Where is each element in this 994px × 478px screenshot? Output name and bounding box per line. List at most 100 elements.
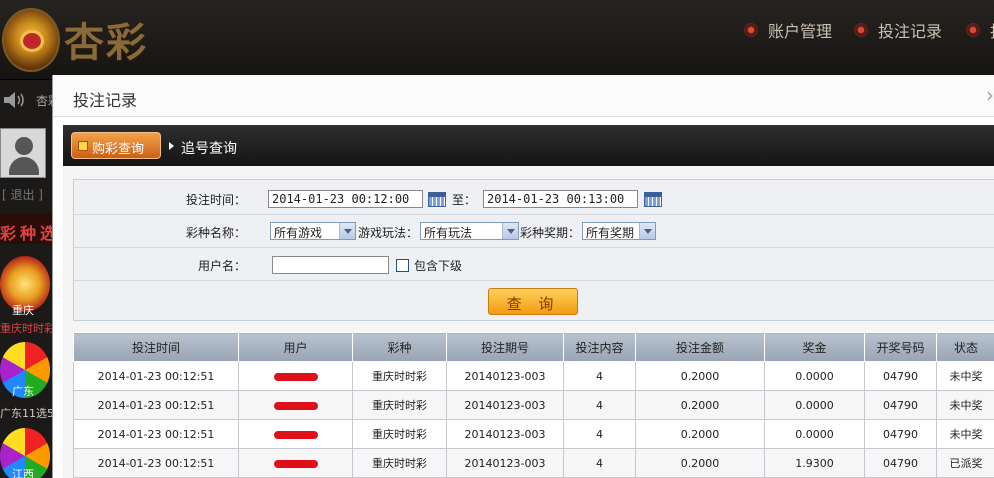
redaction-mark bbox=[273, 430, 318, 439]
cell-lottery: 重庆时时彩 bbox=[352, 390, 447, 420]
cell-draw-number: 04790 bbox=[864, 419, 937, 449]
triangle-right-icon bbox=[169, 142, 174, 150]
nav-label: 账户管理 bbox=[768, 22, 833, 41]
close-icon[interactable]: › bbox=[986, 83, 994, 107]
cell-amount: 0.2000 bbox=[635, 361, 765, 391]
include-sub-label: 包含下级 bbox=[414, 259, 463, 273]
logo-icon[interactable] bbox=[2, 8, 60, 72]
bet-time-label: 投注时间： bbox=[186, 193, 247, 207]
play-select[interactable]: 所有玩法 bbox=[420, 222, 519, 240]
app-header: 杏彩 账户管理 投注记录 投 bbox=[0, 0, 994, 80]
cell-prize: 1.9300 bbox=[764, 448, 865, 478]
table-row[interactable]: 2014-01-23 00:12:51 重庆时时彩 20140123-003 4… bbox=[73, 390, 994, 420]
user-label: 用户名： bbox=[198, 259, 247, 273]
cell-content[interactable]: 4 bbox=[563, 419, 636, 449]
col-draw-number[interactable]: 开奖号码 bbox=[864, 332, 937, 362]
table-row[interactable]: 2014-01-23 00:12:51 重庆时时彩 20140123-003 4… bbox=[73, 448, 994, 478]
modal-title: 投注记录 bbox=[73, 91, 138, 110]
cell-draw-number: 04790 bbox=[864, 448, 937, 478]
col-user[interactable]: 用户 bbox=[238, 332, 353, 362]
bullet-icon bbox=[854, 23, 868, 37]
cell-issue: 20140123-003 bbox=[446, 361, 564, 391]
include-sub-checkbox[interactable] bbox=[396, 259, 409, 272]
chevron-down-icon bbox=[639, 223, 655, 239]
tab-purchase-query[interactable]: 购彩查询 bbox=[71, 132, 161, 159]
username-input[interactable] bbox=[272, 256, 389, 274]
bullet-icon bbox=[966, 23, 980, 37]
lottery-caption[interactable]: 重庆时时彩 bbox=[0, 320, 55, 336]
tab-bar: 购彩查询 追号查询 bbox=[63, 126, 994, 166]
lottery-badge: 广东 bbox=[12, 385, 34, 398]
cell-user bbox=[238, 448, 353, 478]
lottery-badge: 江西 bbox=[12, 468, 34, 478]
col-lottery[interactable]: 彩种 bbox=[352, 332, 447, 362]
lottery-caption[interactable]: 广东11选5 bbox=[0, 405, 54, 421]
modal-header: 投注记录 › bbox=[53, 75, 994, 117]
play-select-value: 所有玩法 bbox=[424, 226, 473, 240]
avatar[interactable] bbox=[0, 128, 46, 178]
cell-content[interactable]: 4 bbox=[563, 390, 636, 420]
filter-row-user: 用户名： 包含下级 bbox=[74, 248, 994, 281]
end-time-input[interactable]: 2014-01-23 00:13:00 bbox=[483, 190, 638, 208]
notice-bar: 杏彩 bbox=[0, 84, 60, 114]
nav-more[interactable]: 投 bbox=[966, 18, 994, 42]
cell-issue: 20140123-003 bbox=[446, 448, 564, 478]
cell-draw-number: 04790 bbox=[864, 390, 937, 420]
issue-select-value: 所有奖期 bbox=[586, 226, 635, 240]
cell-status: 已派奖 bbox=[936, 448, 994, 478]
play-label: 游戏玩法： bbox=[358, 226, 419, 240]
cell-user bbox=[238, 361, 353, 391]
col-content[interactable]: 投注内容 bbox=[563, 332, 636, 362]
redaction-mark bbox=[273, 372, 318, 381]
calendar-icon[interactable] bbox=[428, 192, 446, 207]
nav-label: 投 bbox=[990, 18, 994, 42]
tab-chase-query[interactable]: 追号查询 bbox=[169, 138, 237, 158]
cell-amount: 0.2000 bbox=[635, 419, 765, 449]
bet-records-modal: 投注记录 › 购彩查询 追号查询 投注时间： 2014-01-23 00:12:… bbox=[52, 75, 994, 478]
table-row[interactable]: 2014-01-23 00:12:51 重庆时时彩 20140123-003 4… bbox=[73, 361, 994, 391]
col-prize[interactable]: 奖金 bbox=[764, 332, 865, 362]
redaction-mark bbox=[273, 459, 318, 468]
chevron-down-icon bbox=[339, 223, 355, 239]
logo-text: 杏彩 bbox=[64, 19, 148, 66]
redaction-mark bbox=[273, 401, 318, 410]
cell-user bbox=[238, 390, 353, 420]
to-label: 至： bbox=[452, 193, 477, 207]
filter-form: 投注时间： 2014-01-23 00:12:00 至： 2014-01-23 … bbox=[73, 179, 994, 321]
filter-row-time: 投注时间： 2014-01-23 00:12:00 至： 2014-01-23 … bbox=[74, 182, 994, 215]
issue-select[interactable]: 所有奖期 bbox=[582, 222, 656, 240]
cell-lottery: 重庆时时彩 bbox=[352, 448, 447, 478]
logout-link[interactable]: [ 退出 ] bbox=[2, 186, 43, 203]
table-row[interactable]: 2014-01-23 00:12:51 重庆时时彩 20140123-003 4… bbox=[73, 419, 994, 449]
bullet-icon bbox=[744, 23, 758, 37]
game-select[interactable]: 所有游戏 bbox=[270, 222, 356, 240]
cell-prize: 0.0000 bbox=[764, 361, 865, 391]
tab-label: 购彩查询 bbox=[92, 142, 145, 157]
cell-content[interactable]: 4 bbox=[563, 448, 636, 478]
start-time-input[interactable]: 2014-01-23 00:12:00 bbox=[268, 190, 423, 208]
cell-prize: 0.0000 bbox=[764, 390, 865, 420]
query-button[interactable]: 查 询 bbox=[488, 288, 578, 315]
records-table: 投注时间 用户 彩种 投注期号 投注内容 投注金额 奖金 开奖号码 状态 201… bbox=[73, 332, 994, 478]
cell-bet-time: 2014-01-23 00:12:51 bbox=[73, 448, 239, 478]
nav-account-management[interactable]: 账户管理 bbox=[744, 20, 833, 41]
col-amount[interactable]: 投注金额 bbox=[635, 332, 765, 362]
col-issue[interactable]: 投注期号 bbox=[446, 332, 564, 362]
cell-status: 未中奖 bbox=[936, 390, 994, 420]
col-status[interactable]: 状态 bbox=[936, 332, 994, 362]
speaker-icon bbox=[4, 92, 24, 108]
cell-bet-time: 2014-01-23 00:12:51 bbox=[73, 361, 239, 391]
issue-label: 彩种奖期： bbox=[520, 226, 581, 240]
nav-label: 投注记录 bbox=[878, 22, 943, 41]
nav-bet-records[interactable]: 投注记录 bbox=[854, 20, 943, 41]
cell-status: 未中奖 bbox=[936, 361, 994, 391]
cell-content[interactable]: 4 bbox=[563, 361, 636, 391]
game-select-value: 所有游戏 bbox=[274, 226, 323, 240]
cell-issue: 20140123-003 bbox=[446, 390, 564, 420]
cell-status: 未中奖 bbox=[936, 419, 994, 449]
game-label: 彩种名称： bbox=[186, 226, 247, 240]
lottery-section-title: 彩种选 bbox=[0, 214, 56, 244]
calendar-icon[interactable] bbox=[644, 192, 662, 207]
col-bet-time[interactable]: 投注时间 bbox=[73, 332, 239, 362]
cell-bet-time: 2014-01-23 00:12:51 bbox=[73, 390, 239, 420]
